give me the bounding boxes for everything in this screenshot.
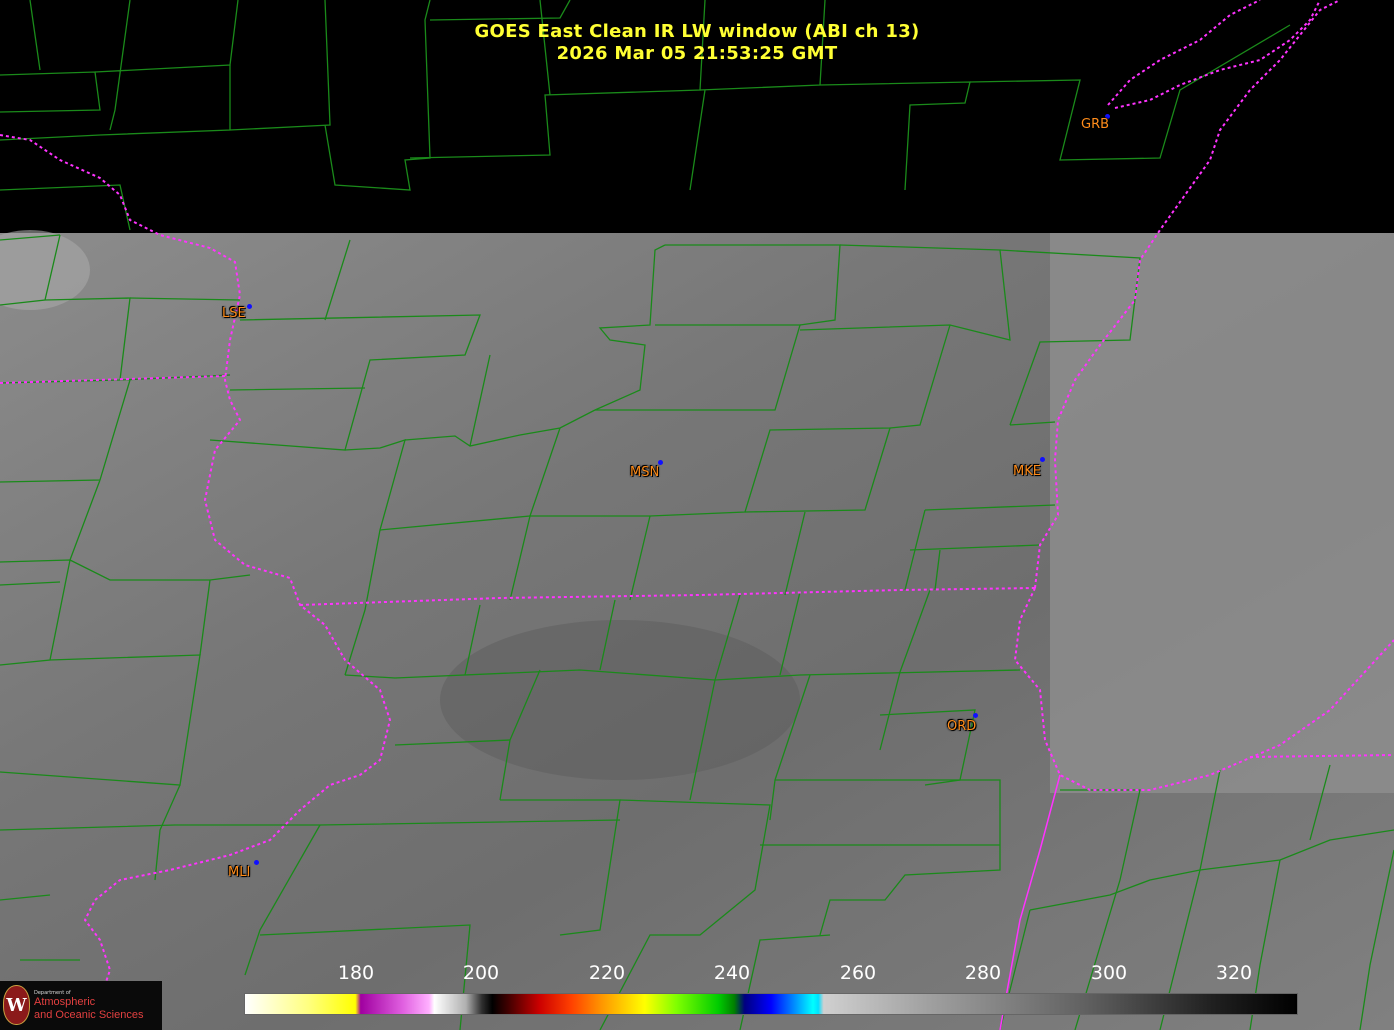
colorbar-tick-300: 300 — [1090, 962, 1128, 984]
product-title: GOES East Clean IR LW window (ABI ch 13) — [474, 21, 920, 42]
city-label-ord: ORD — [947, 719, 977, 734]
temperature-colorbar — [244, 993, 1298, 1015]
city-label-mke: MKE — [1013, 464, 1041, 479]
city-dot-mke — [1040, 457, 1045, 462]
logo-line2: and Oceanic Sciences — [34, 1009, 144, 1021]
city-label-grb: GRB — [1081, 117, 1110, 132]
logo-line1: Atmospheric — [34, 996, 96, 1008]
dark-cloud-patch — [440, 620, 800, 780]
lake-michigan-region — [1050, 233, 1394, 793]
colorbar-tick-180: 180 — [337, 962, 375, 984]
colorbar-tick-200: 200 — [462, 962, 500, 984]
city-dot-lse — [247, 304, 252, 309]
colorbar-tick-320: 320 — [1215, 962, 1253, 984]
aos-logo: W Department of Atmospheric and Oceanic … — [0, 981, 162, 1030]
colorbar-tick-260: 260 — [839, 962, 877, 984]
city-label-msn: MSN — [630, 465, 660, 480]
satellite-map-frame: GOES East Clean IR LW window (ABI ch 13)… — [0, 0, 1394, 1030]
timestamp: 2026 Mar 05 21:53:25 GMT — [556, 43, 838, 64]
colorbar-tick-220: 220 — [588, 962, 626, 984]
city-label-lse: LSE — [222, 306, 246, 321]
city-dot-ord — [973, 713, 978, 718]
colorbar-tick-240: 240 — [713, 962, 751, 984]
city-dot-mli — [254, 860, 259, 865]
ir-satellite-map — [0, 0, 1394, 1030]
colorbar-tick-280: 280 — [964, 962, 1002, 984]
city-label-mli: MLI — [228, 865, 251, 880]
uw-seal-icon: W — [3, 985, 30, 1025]
